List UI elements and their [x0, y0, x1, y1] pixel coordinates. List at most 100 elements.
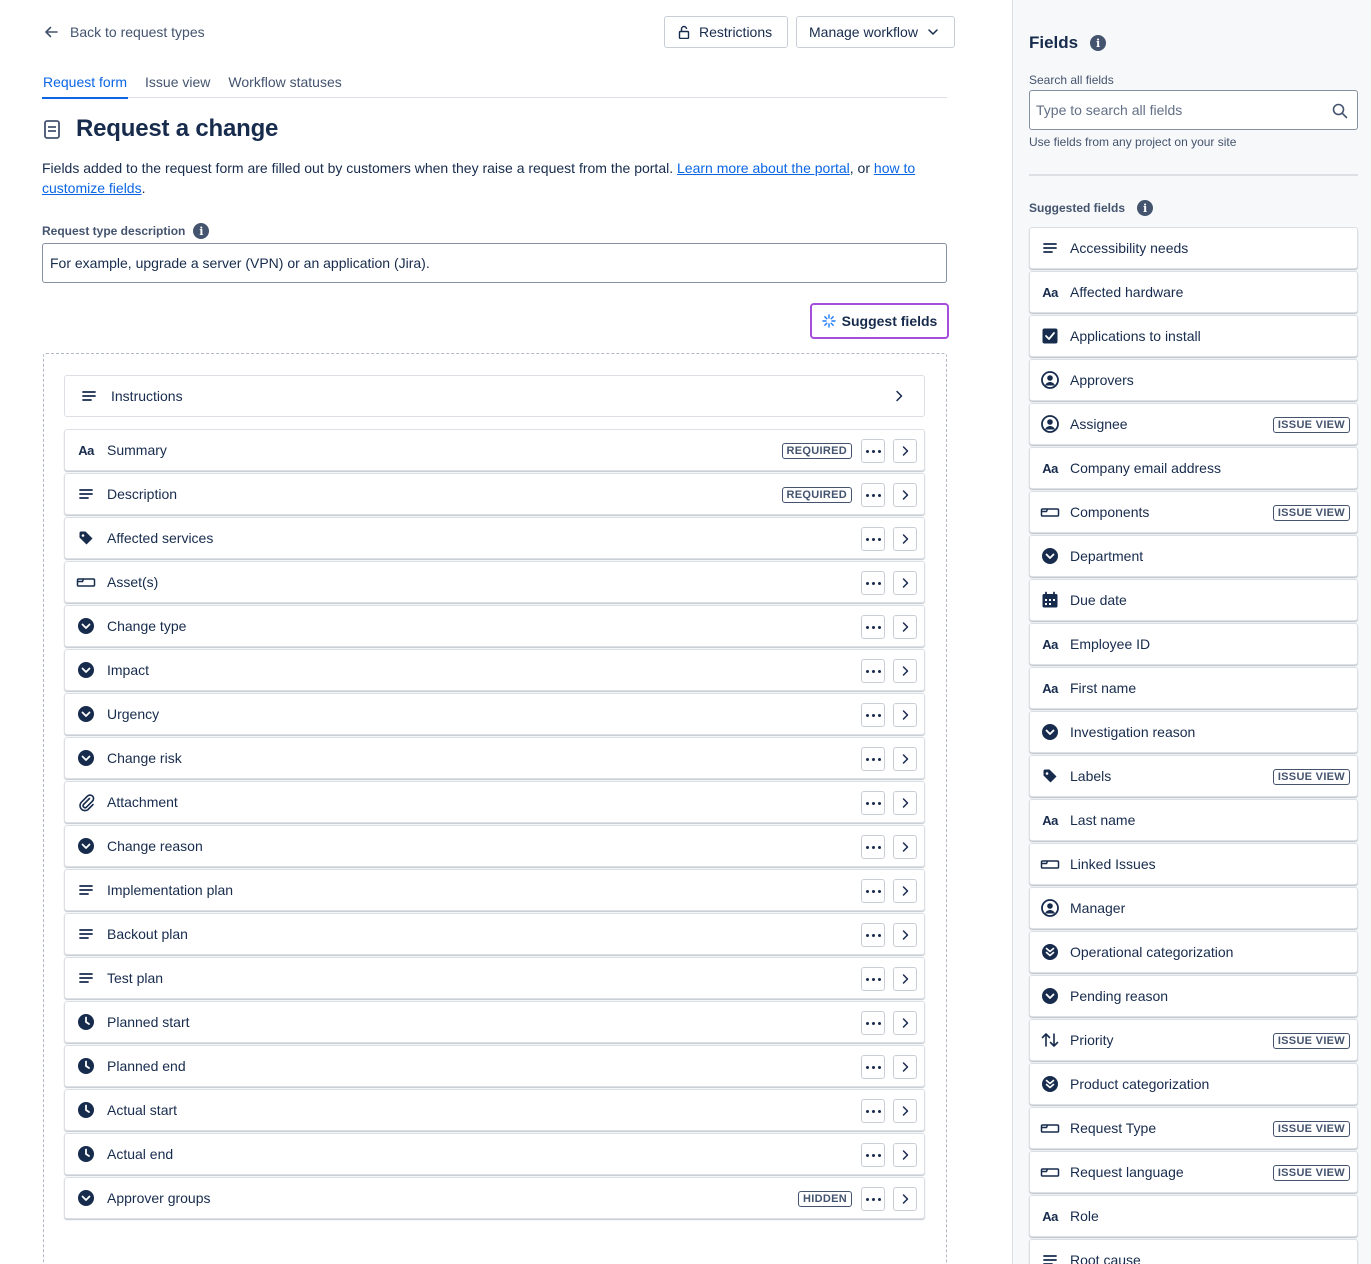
open-field-button[interactable]	[893, 703, 917, 727]
form-field-row[interactable]: Planned end	[64, 1045, 925, 1087]
suggested-field-item[interactable]: Aa First name	[1029, 667, 1358, 709]
open-field-button[interactable]	[893, 571, 917, 595]
open-field-button[interactable]	[893, 747, 917, 771]
form-field-row[interactable]: Actual end	[64, 1133, 925, 1175]
suggested-field-item[interactable]: Approvers	[1029, 359, 1358, 401]
page-header: Request a change	[42, 113, 278, 145]
suggested-field-item[interactable]: Root cause	[1029, 1239, 1358, 1264]
suggested-field-item[interactable]: Labels ISSUE VIEW	[1029, 755, 1358, 797]
open-field-button[interactable]	[893, 439, 917, 463]
suggested-field-item[interactable]: Components ISSUE VIEW	[1029, 491, 1358, 533]
tab-request-form[interactable]: Request form	[42, 72, 129, 99]
search-input[interactable]	[1036, 102, 1316, 118]
open-field-button[interactable]	[893, 1099, 917, 1123]
tab-workflow-statuses[interactable]: Workflow statuses	[227, 72, 342, 98]
open-field-button[interactable]	[893, 1143, 917, 1167]
request-type-description-input[interactable]: For example, upgrade a server (VPN) or a…	[42, 243, 947, 283]
tab-issue-view[interactable]: Issue view	[144, 72, 211, 98]
suggest-fields-button[interactable]: Suggest fields	[810, 303, 949, 339]
suggested-fields-label: Suggested fields	[1029, 201, 1126, 215]
more-actions-button[interactable]	[861, 1099, 885, 1123]
more-actions-button[interactable]	[861, 527, 885, 551]
info-icon[interactable]: i	[1137, 200, 1154, 216]
form-field-row[interactable]: Planned start	[64, 1001, 925, 1043]
open-field-button[interactable]	[893, 967, 917, 991]
form-field-row[interactable]: Asset(s)	[64, 561, 925, 603]
open-field-button[interactable]	[893, 527, 917, 551]
suggested-field-item[interactable]: Aa Affected hardware	[1029, 271, 1358, 313]
text-icon: Aa	[1042, 812, 1058, 828]
learn-more-portal-link[interactable]: Learn more about the portal	[677, 160, 850, 176]
form-field-row[interactable]: Implementation plan	[64, 869, 925, 911]
restrictions-button[interactable]: Restrictions	[664, 16, 788, 48]
form-field-row[interactable]: Change reason	[64, 825, 925, 867]
form-field-row[interactable]: Urgency	[64, 693, 925, 735]
more-actions-button[interactable]	[861, 571, 885, 595]
search-field[interactable]	[1029, 90, 1358, 130]
more-actions-button[interactable]	[861, 967, 885, 991]
open-field-button[interactable]	[893, 791, 917, 815]
chevron-right-icon	[896, 390, 903, 402]
form-field-row[interactable]: Approver groups HIDDEN	[64, 1177, 925, 1219]
arrow-left-icon	[45, 26, 58, 38]
form-field-row[interactable]: Change type	[64, 605, 925, 647]
form-field-row[interactable]: Change risk	[64, 737, 925, 779]
form-field-row[interactable]: Impact	[64, 649, 925, 691]
suggested-field-item[interactable]: Pending reason	[1029, 975, 1358, 1017]
suggested-field-item[interactable]: Request language ISSUE VIEW	[1029, 1151, 1358, 1193]
more-actions-button[interactable]	[861, 659, 885, 683]
suggested-field-item[interactable]: Aa Company email address	[1029, 447, 1358, 489]
form-field-row[interactable]: Affected services	[64, 517, 925, 559]
suggested-field-item[interactable]: Due date	[1029, 579, 1358, 621]
more-actions-button[interactable]	[861, 1011, 885, 1035]
open-field-button[interactable]	[893, 1055, 917, 1079]
suggested-field-item[interactable]: Linked Issues	[1029, 843, 1358, 885]
suggested-field-item[interactable]: Aa Role	[1029, 1195, 1358, 1237]
text-icon: Aa	[1042, 284, 1058, 300]
form-field-row[interactable]: Actual start	[64, 1089, 925, 1131]
form-field-row[interactable]: Backout plan	[64, 913, 925, 955]
open-field-button[interactable]	[893, 483, 917, 507]
suggested-field-item[interactable]: Aa Last name	[1029, 799, 1358, 841]
more-actions-button[interactable]	[861, 923, 885, 947]
suggested-field-label: Applications to install	[1070, 328, 1201, 344]
suggested-field-item[interactable]: Aa Employee ID	[1029, 623, 1358, 665]
more-actions-button[interactable]	[861, 1055, 885, 1079]
more-actions-button[interactable]	[861, 747, 885, 771]
more-actions-button[interactable]	[861, 1187, 885, 1211]
suggested-field-item[interactable]: Department	[1029, 535, 1358, 577]
form-field-row[interactable]: Test plan	[64, 957, 925, 999]
form-field-row[interactable]: Description REQUIRED	[64, 473, 925, 515]
suggested-field-item[interactable]: Assignee ISSUE VIEW	[1029, 403, 1358, 445]
more-actions-button[interactable]	[861, 615, 885, 639]
form-field-row[interactable]: Aa Summary REQUIRED	[64, 429, 925, 471]
suggested-field-item[interactable]: Priority ISSUE VIEW	[1029, 1019, 1358, 1061]
more-actions-button[interactable]	[861, 1143, 885, 1167]
suggested-field-item[interactable]: Investigation reason	[1029, 711, 1358, 753]
info-icon[interactable]: i	[193, 223, 210, 239]
open-field-button[interactable]	[893, 659, 917, 683]
manage-workflow-button[interactable]: Manage workflow	[796, 16, 955, 48]
open-field-button[interactable]	[893, 923, 917, 947]
suggested-field-item[interactable]: Applications to install	[1029, 315, 1358, 357]
more-actions-button[interactable]	[861, 835, 885, 859]
open-field-button[interactable]	[893, 879, 917, 903]
suggested-field-item[interactable]: Accessibility needs	[1029, 227, 1358, 269]
more-actions-button[interactable]	[861, 483, 885, 507]
open-field-button[interactable]	[893, 615, 917, 639]
open-field-button[interactable]	[893, 835, 917, 859]
form-field-row[interactable]: Attachment	[64, 781, 925, 823]
more-actions-button[interactable]	[861, 791, 885, 815]
suggested-field-item[interactable]: Operational categorization	[1029, 931, 1358, 973]
more-actions-button[interactable]	[861, 879, 885, 903]
suggested-field-item[interactable]: Manager	[1029, 887, 1358, 929]
back-link[interactable]: Back to request types	[42, 21, 205, 43]
suggested-field-item[interactable]: Request Type ISSUE VIEW	[1029, 1107, 1358, 1149]
open-field-button[interactable]	[893, 1011, 917, 1035]
info-icon[interactable]: i	[1090, 35, 1107, 51]
open-field-button[interactable]	[893, 1187, 917, 1211]
more-actions-button[interactable]	[861, 703, 885, 727]
more-actions-button[interactable]	[861, 439, 885, 463]
suggested-field-item[interactable]: Product categorization	[1029, 1063, 1358, 1105]
instructions-row[interactable]: Instructions	[64, 375, 925, 417]
